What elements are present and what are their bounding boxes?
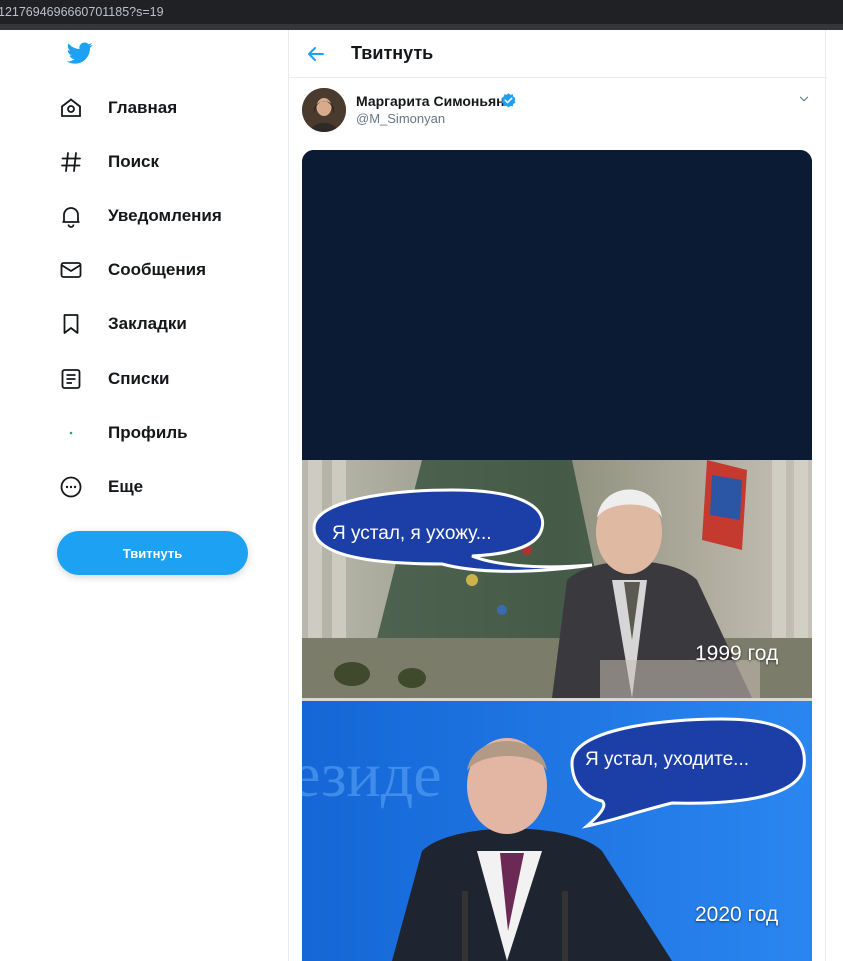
envelope-icon [58, 257, 84, 283]
sidebar-item-profile[interactable]: Профиль [58, 411, 188, 455]
more-icon [58, 474, 84, 500]
tweet-media-image[interactable]: Я устал, я ухожу... 1999 год езиде Я уст… [302, 150, 812, 961]
chevron-down-icon[interactable] [797, 92, 811, 106]
sidebar-item-notifications[interactable]: Уведомления [58, 194, 222, 238]
sidebar-item-bookmarks[interactable]: Закладки [58, 302, 187, 346]
sidebar-item-label: Списки [108, 369, 170, 388]
profile-icon [58, 420, 84, 446]
browser-address-bar[interactable]: 1217694696660701185?s=19 [0, 0, 843, 24]
page-title: Твитнуть [351, 43, 434, 63]
speech-bubble-text: Я устал, уходите... [585, 749, 750, 770]
sidebar-item-lists[interactable]: Списки [58, 357, 169, 401]
sidebar-item-more[interactable]: Еще [58, 465, 143, 509]
year-caption: 2020 год [695, 903, 779, 926]
speech-bubble-text: Я устал, я ухожу... [332, 523, 492, 544]
back-arrow-icon[interactable] [304, 42, 328, 66]
sidebar-item-search[interactable]: Поиск [58, 140, 159, 184]
author-handle[interactable]: @M_Simonyan [356, 111, 445, 126]
avatar[interactable] [302, 88, 346, 132]
sidebar-item-label: Закладки [108, 314, 187, 333]
sidebar-item-label: Профиль [108, 423, 188, 442]
svg-text:езиде: езиде [302, 739, 442, 810]
sidebar-item-label: Сообщения [108, 260, 206, 279]
sidebar-item-label: Уведомления [108, 206, 222, 225]
verified-badge-icon [501, 93, 516, 108]
sidebar-item-label: Главная [108, 98, 178, 117]
media-panel-1999: Я устал, я ухожу... 1999 год [302, 460, 812, 698]
bookmark-icon [58, 311, 84, 337]
home-icon [58, 95, 84, 121]
media-panel-2020: езиде Я устал, уходите... 2020 год [302, 701, 812, 961]
page-header: Твитнуть [289, 30, 827, 78]
tweet-button[interactable]: Твитнуть [57, 531, 248, 575]
bell-icon [58, 203, 84, 229]
sidebar: Главная Поиск Уведомления Сообщения Закл… [0, 30, 288, 961]
sidebar-item-label: Поиск [108, 152, 160, 171]
year-caption: 1999 год [695, 642, 779, 665]
sidebar-item-messages[interactable]: Сообщения [58, 248, 206, 292]
main-column: Твитнуть Маргарита Симоньян @M_Simonyan [288, 30, 827, 961]
sidebar-item-home[interactable]: Главная [58, 86, 177, 130]
twitter-logo-icon[interactable] [66, 40, 94, 66]
list-icon [58, 366, 84, 392]
author-name[interactable]: Маргарита Симоньян [356, 93, 505, 109]
media-dark-panel [302, 150, 812, 460]
url-text: 1217694696660701185?s=19 [0, 5, 164, 19]
hashtag-icon [58, 149, 84, 175]
sidebar-item-label: Еще [108, 477, 144, 496]
